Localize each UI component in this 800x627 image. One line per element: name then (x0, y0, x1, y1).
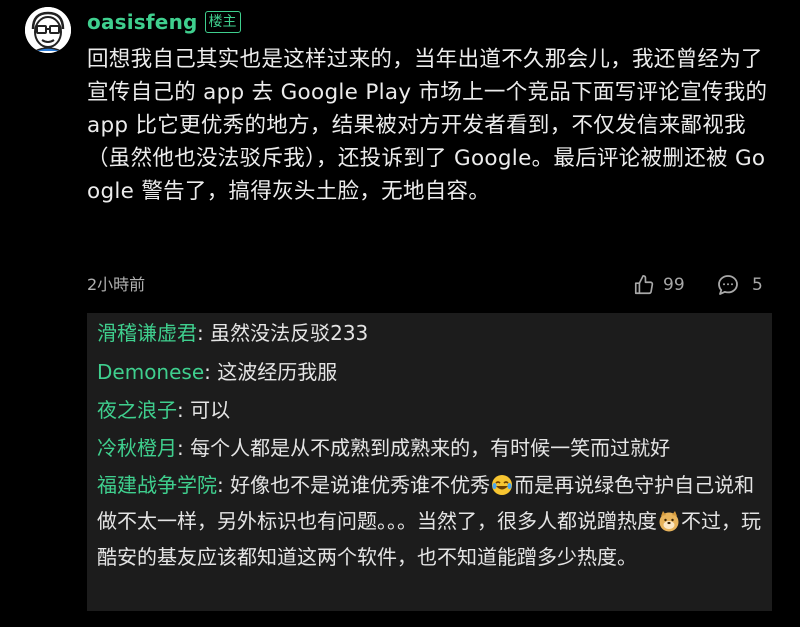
post-meta: 2小時前 99 5 (87, 272, 767, 298)
reply-text: 虽然没法反驳233 (210, 321, 369, 345)
reply-item[interactable]: 福建战争学院: 好像也不是说谁优秀谁不优秀 而是再说绿色守护自己说和做不太一样，另… (97, 469, 762, 573)
reply-text: 可以 (190, 398, 231, 422)
reply-author[interactable]: 福建战争学院 (97, 473, 217, 497)
reply-separator: : (177, 398, 191, 422)
author-name[interactable]: oasisfeng (87, 10, 198, 34)
reply-author[interactable]: Demonese (97, 360, 204, 384)
comment-button[interactable]: 5 (716, 272, 763, 298)
avatar[interactable] (25, 7, 71, 53)
reply-separator: : (204, 360, 218, 384)
reply-separator: : (217, 473, 231, 497)
reply-separator: : (177, 436, 191, 460)
laughing-crying-emoji (491, 473, 513, 505)
reply-item[interactable]: 冷秋橙月: 每个人都是从不成熟到成熟来的，有时候一笑而过就好 (97, 432, 762, 464)
op-badge: 楼主 (204, 11, 241, 33)
doge-emoji (658, 509, 680, 541)
reply-item[interactable]: 夜之浪子: 可以 (97, 394, 762, 426)
reply-author[interactable]: 冷秋橙月 (97, 436, 177, 460)
post-time: 2小時前 (87, 275, 146, 294)
reply-separator: : (197, 321, 211, 345)
reply-text: 这波经历我服 (217, 360, 338, 384)
reply-author[interactable]: 夜之浪子 (97, 398, 177, 422)
speech-bubble-icon (716, 273, 740, 297)
reply-text: 每个人都是从不成熟到成熟来的，有时候一笑而过就好 (190, 436, 671, 460)
reply-author[interactable]: 滑稽谦虚君 (97, 321, 197, 345)
thumbs-up-icon (633, 274, 655, 296)
author-row: oasisfeng 楼主 (87, 9, 241, 35)
reply-text-part-1: 好像也不是说谁优秀谁不优秀 (230, 473, 491, 497)
reply-item[interactable]: Demonese: 这波经历我服 (97, 356, 762, 388)
reply-item[interactable]: 滑稽谦虚君: 虽然没法反驳233 (97, 317, 762, 349)
post-body: 回想我自己其实也是这样过来的，当年出道不久那会儿，我还曾经为了宣传自己的 app… (87, 47, 768, 204)
like-button[interactable]: 99 (633, 272, 685, 298)
like-count: 99 (663, 275, 685, 295)
reply-list: 滑稽谦虚君: 虽然没法反驳233 Demonese: 这波经历我服 夜之浪子: … (87, 313, 772, 611)
comment-count: 5 (752, 275, 763, 295)
